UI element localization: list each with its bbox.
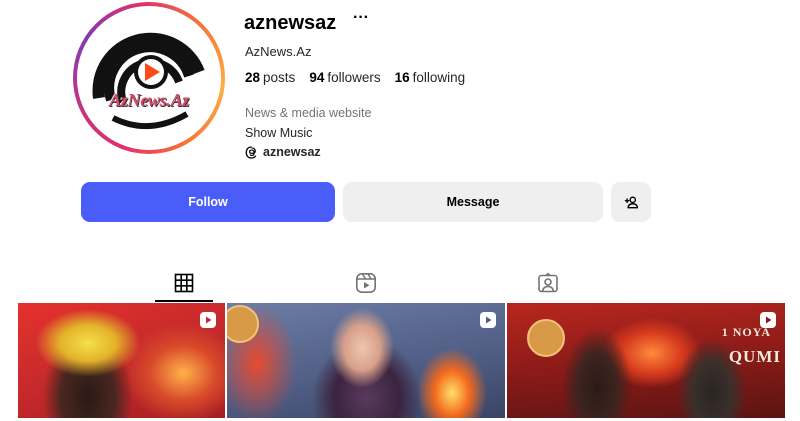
post-thumbnail[interactable]: 1 NOYA QUMI — [507, 303, 785, 418]
add-user-icon — [624, 196, 638, 209]
posts-count: 28 — [245, 70, 261, 85]
threads-icon — [245, 145, 257, 159]
post-thumbnail[interactable] — [227, 303, 505, 418]
channel-logo-overlay — [227, 305, 259, 343]
suggest-users-button[interactable] — [611, 182, 651, 222]
reel-indicator-icon — [200, 312, 216, 328]
profile-bio: Show Music — [245, 126, 313, 140]
avatar-logo-text: AzNews.Az — [109, 90, 189, 110]
reel-indicator-icon — [760, 312, 776, 328]
more-options-icon[interactable]: ··· — [353, 9, 369, 27]
threads-handle: aznewsaz — [263, 145, 321, 159]
followers-count: 94 — [309, 70, 325, 85]
profile-category: News & media website — [245, 106, 372, 120]
posts-label: posts — [263, 70, 296, 85]
posts-stat: 28 posts — [245, 70, 295, 85]
post-thumbnail[interactable] — [18, 303, 225, 418]
tab-reels[interactable] — [351, 270, 381, 296]
followers-label: followers — [327, 70, 381, 85]
tab-tagged[interactable] — [533, 270, 563, 296]
following-label: following — [412, 70, 466, 85]
aznews-logo — [77, 6, 221, 150]
message-button[interactable]: Message — [343, 182, 603, 222]
threads-link[interactable]: aznewsaz — [245, 145, 321, 159]
profile-username: aznewsaz — [244, 12, 337, 34]
channel-logo-overlay — [527, 319, 565, 357]
profile-stats: 28 posts 94 followers 16 following — [245, 70, 465, 85]
tab-posts[interactable] — [169, 270, 199, 296]
profile-avatar[interactable]: AzNews.Az — [73, 2, 225, 154]
followers-stat[interactable]: 94 followers — [309, 70, 380, 85]
reel-indicator-icon — [480, 312, 496, 328]
follow-button[interactable]: Follow — [81, 182, 335, 222]
following-stat[interactable]: 16 following — [395, 70, 466, 85]
tagged-icon — [538, 272, 558, 293]
profile-full-name: AzNews.Az — [245, 44, 312, 59]
reels-icon — [355, 272, 376, 293]
avatar-image: AzNews.Az — [77, 6, 221, 150]
grid-icon — [174, 273, 194, 293]
post-overlay-text-title: QUMI — [728, 347, 781, 366]
following-count: 16 — [394, 70, 410, 85]
active-tab-indicator — [155, 300, 213, 302]
